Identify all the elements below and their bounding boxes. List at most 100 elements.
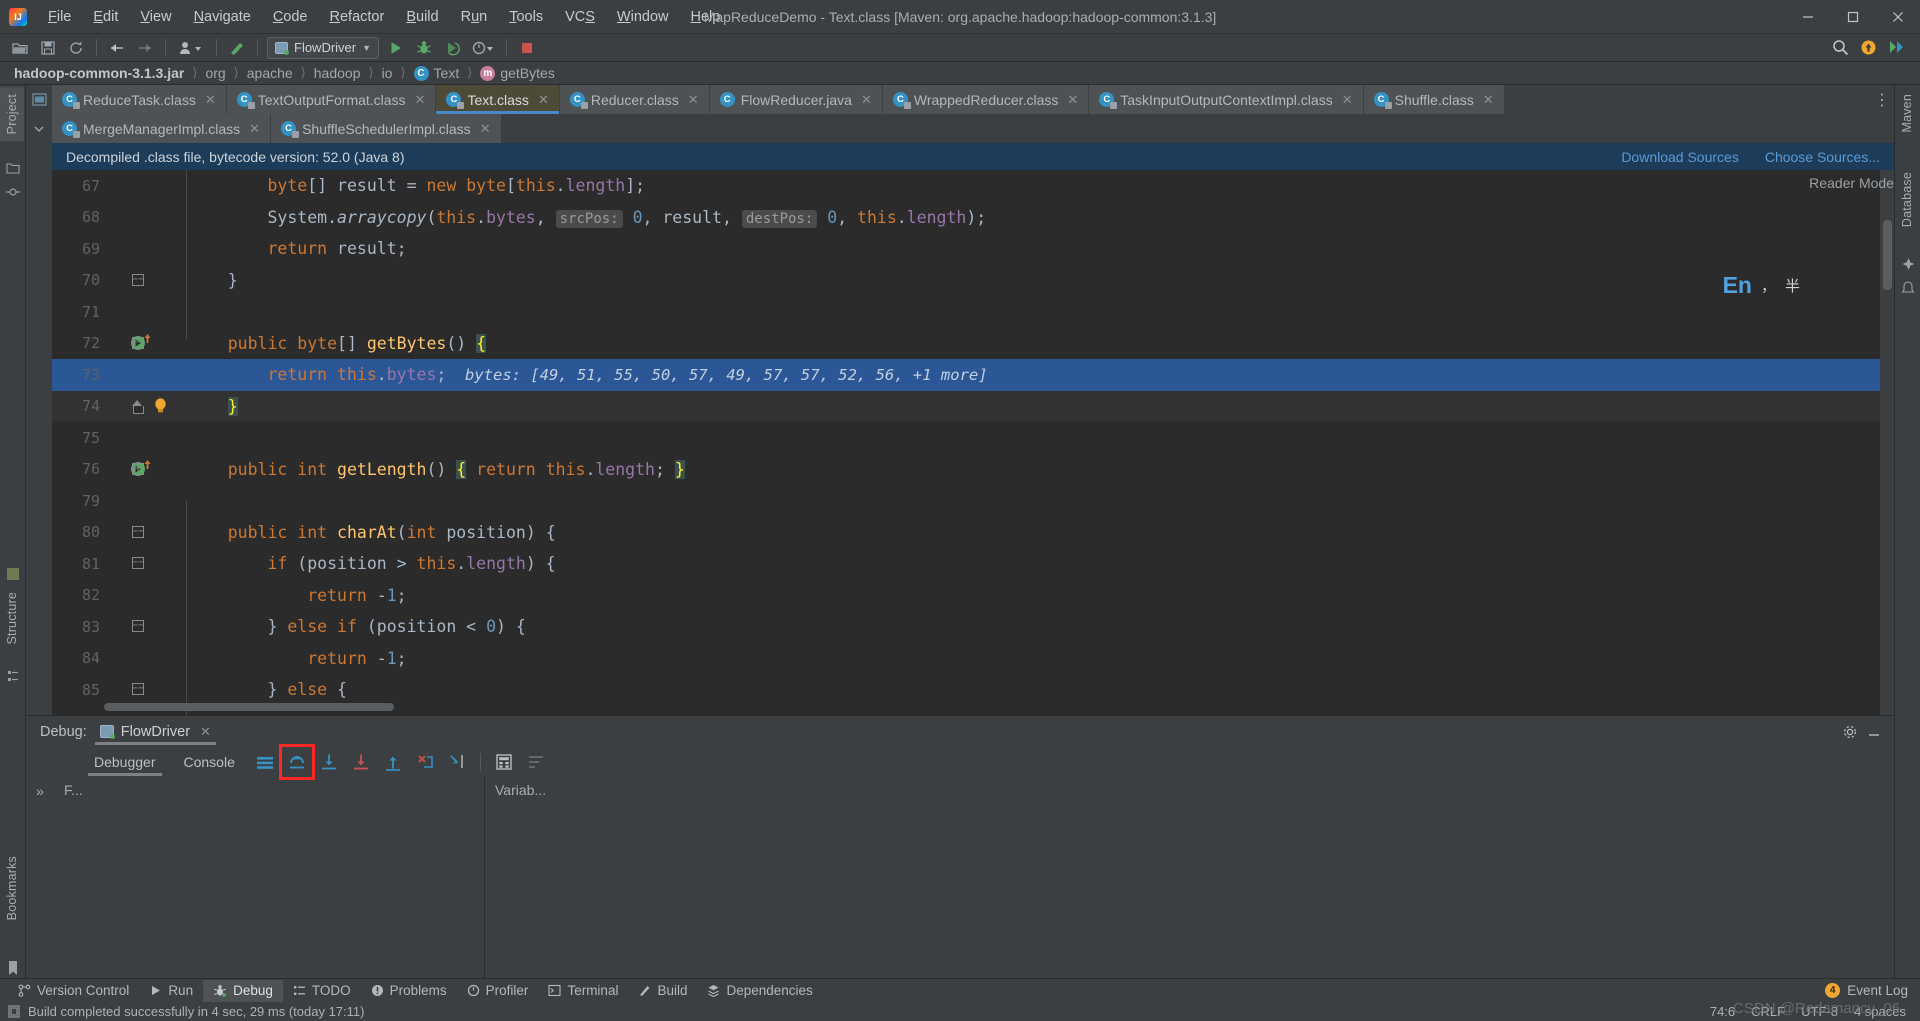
code-text[interactable]: } [160,396,238,416]
bookmark-icon[interactable] [0,957,26,979]
menu-code[interactable]: Code [262,6,319,28]
line-gutter[interactable] [108,391,166,423]
code-text[interactable]: public byte[] getBytes() { [160,333,487,353]
tab-debugger[interactable]: Debugger [80,747,170,777]
line-gutter[interactable] [108,233,160,265]
code-line[interactable]: 74 } [52,390,1894,423]
line-gutter[interactable]: − [108,611,160,643]
menu-window[interactable]: Window [606,6,680,28]
code-line[interactable]: 73 return this.bytes; bytes: [49, 51, 55… [52,359,1894,391]
drop-frame-icon[interactable] [412,749,438,775]
debug-icon[interactable] [412,37,436,59]
fold-collapse-icon[interactable]: − [132,336,144,349]
fold-collapse-icon[interactable]: − [132,683,144,695]
code-line[interactable]: 71 [52,296,1894,328]
tool-window-run[interactable]: Run [139,980,203,1002]
close-icon[interactable]: ✕ [205,92,216,108]
code-line[interactable]: 84 return -1; [52,643,1894,675]
reader-mode-label[interactable]: Reader Mode [1809,175,1894,191]
download-sources-link[interactable]: Download Sources [1621,149,1739,165]
tool-window-problems[interactable]: Problems [361,980,457,1002]
code-line[interactable]: 76 + public int getLength() { return this… [52,454,1894,486]
menu-build[interactable]: Build [395,6,449,28]
editor-tab-reducetask[interactable]: C ReduceTask.class ✕ [52,85,227,114]
tool-window-profiler[interactable]: Profiler [457,980,539,1002]
tool-window-debug[interactable]: Debug [203,979,283,1002]
menu-navigate[interactable]: Navigate [183,6,262,28]
close-icon[interactable]: ✕ [480,121,491,137]
tool-window-todo[interactable]: TODO [283,980,361,1002]
close-icon[interactable]: ✕ [415,92,426,108]
profiler-icon[interactable] [468,37,498,59]
code-line[interactable]: 82 return -1; [52,580,1894,612]
show-execution-point-icon[interactable] [252,749,278,775]
minimize-button[interactable] [1785,0,1830,34]
menu-edit[interactable]: Edit [82,6,129,28]
code-text[interactable]: return -1; [160,649,406,668]
variables-pane[interactable]: Variab... [485,777,1894,985]
project-files-icon[interactable] [0,157,26,179]
line-gutter[interactable] [108,170,160,202]
settings-filter-icon[interactable] [523,749,549,775]
profile-selector-icon[interactable] [174,37,208,59]
editor-window-icon[interactable] [26,85,52,114]
debug-session-tab[interactable]: FlowDriver ✕ [91,716,220,747]
save-icon[interactable] [36,37,60,59]
close-icon[interactable]: ✕ [1342,92,1353,108]
code-line[interactable]: 69 return result; [52,233,1894,265]
run-icon[interactable] [384,37,408,59]
line-gutter[interactable]: + [108,454,160,486]
editor-tab-flowreducer[interactable]: C FlowReducer.java ✕ [709,85,883,114]
editor-tab-text[interactable]: C Text.class ✕ [436,85,560,114]
code-line[interactable]: 79 [52,485,1894,517]
code-lines-container[interactable]: 67 byte[] result = new byte[this.length]… [52,170,1894,715]
fold-collapse-icon[interactable]: − [132,620,144,632]
code-line[interactable]: 67 byte[] result = new byte[this.length]… [52,170,1894,202]
code-text[interactable]: public int getLength() { return this.len… [160,459,685,479]
editor-tab-reducer[interactable]: C Reducer.class ✕ [559,85,710,114]
editor-tab-shuffle[interactable]: C Shuffle.class ✕ [1363,85,1505,114]
line-gutter[interactable]: − [108,517,160,549]
close-icon[interactable]: ✕ [538,92,549,108]
code-line[interactable]: 83 − } else if (position < 0) { [52,611,1894,643]
tool-window-database[interactable]: Database [1895,165,1919,234]
line-gutter[interactable]: − [108,265,160,297]
line-gutter[interactable]: − [108,328,160,360]
breadcrumb-item-apache[interactable]: apache [247,65,293,81]
line-separator[interactable]: CRLF [1751,1004,1785,1019]
code-line[interactable]: 70 − } [52,265,1894,297]
build-variants-icon[interactable] [0,563,26,585]
close-icon[interactable]: ✕ [688,92,699,108]
line-gutter[interactable] [108,359,160,391]
code-line[interactable]: 80 − public int charAt(int position) { [52,517,1894,549]
code-text[interactable]: } [160,271,238,290]
expand-frames-icon[interactable]: » [26,777,54,985]
code-text[interactable]: public int charAt(int position) { [160,523,556,542]
tool-window-project[interactable]: Project [0,87,24,142]
line-gutter[interactable]: − [108,548,160,580]
fold-collapse-icon[interactable]: − [132,557,144,569]
editor-tab-taskinputoutputcontextimpl[interactable]: C TaskInputOutputContextImpl.class ✕ [1089,85,1364,114]
gear-icon[interactable] [1842,724,1858,740]
forward-arrow-icon[interactable] [133,37,157,59]
close-button[interactable] [1875,0,1920,34]
code-line[interactable]: 72 − public byte[] getBytes() { [52,328,1894,360]
event-log-button[interactable]: Event Log [1847,983,1908,998]
run-to-cursor-icon[interactable] [444,749,470,775]
editor-tab-textoutputformat[interactable]: C TextOutputFormat.class ✕ [226,85,437,114]
editor-horizontal-scrollbar[interactable] [104,703,394,711]
code-text[interactable]: System.arraycopy(this.bytes, srcPos: 0, … [160,208,986,228]
choose-sources-link[interactable]: Choose Sources... [1765,149,1880,165]
menu-tools[interactable]: Tools [498,6,554,28]
line-gutter[interactable]: − [108,674,160,706]
intention-bulb-icon[interactable] [153,397,168,414]
tab-list-more-button[interactable]: ⋮ [1870,85,1894,114]
fold-end-icon[interactable] [132,399,144,414]
code-editor[interactable]: 67 byte[] result = new byte[this.length]… [26,170,1894,715]
menu-run[interactable]: Run [450,6,499,28]
close-icon[interactable]: ✕ [1067,92,1078,108]
tool-window-build[interactable]: Build [628,980,697,1002]
menu-view[interactable]: View [129,6,182,28]
chevron-down-icon[interactable] [26,114,52,143]
code-text[interactable]: } else if (position < 0) { [160,617,525,636]
